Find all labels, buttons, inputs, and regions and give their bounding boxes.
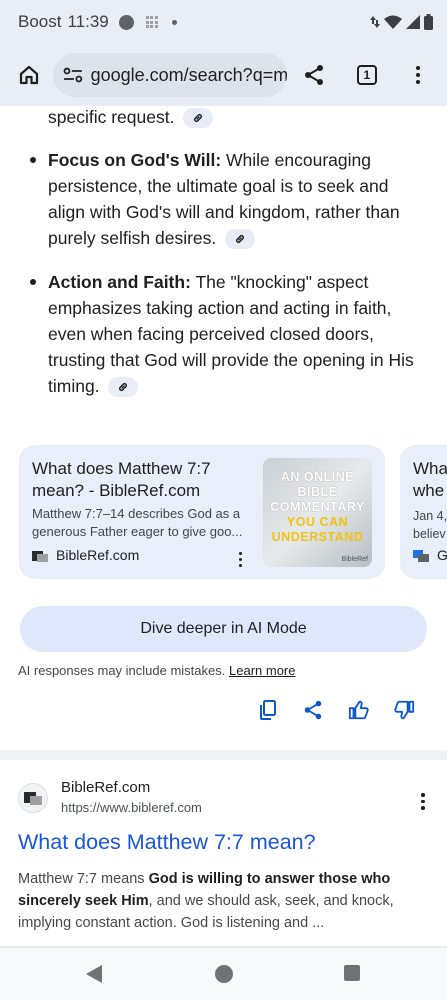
result-snippet: Matthew 7:7 means God is willing to answ… <box>18 868 428 934</box>
copy-button[interactable] <box>254 696 282 724</box>
bibleref-favicon-icon <box>32 549 48 562</box>
signal-icon <box>406 15 420 29</box>
bibleref-favicon-icon[interactable] <box>18 783 48 813</box>
share-button[interactable] <box>295 55 334 95</box>
bullet-dot <box>30 279 36 285</box>
site-settings-icon[interactable] <box>63 67 83 83</box>
bullet-item-action: Action and Faith: The "knocking" aspect … <box>48 269 428 399</box>
tabs-icon: 1 <box>356 65 377 85</box>
back-button[interactable] <box>85 964 103 989</box>
source-card-thumbnail: AN ONLINE BIBLE COMMENTARY YOU CAN UNDER… <box>263 458 372 567</box>
link-icon <box>194 114 203 123</box>
page-content[interactable]: specific request. Focus on God's Will: W… <box>0 106 447 946</box>
clock: 11:39 <box>67 12 109 31</box>
bullet-heading: Focus on God's Will: <box>48 150 222 170</box>
source-card-snippet: Jan 4, believ <box>413 509 447 541</box>
lead-text: specific request. <box>48 107 175 127</box>
citation-chip[interactable] <box>225 229 256 250</box>
card-more-icon[interactable] <box>239 552 242 567</box>
home-circle-icon <box>215 965 233 983</box>
url-text[interactable]: google.com/search?q=m <box>91 65 287 86</box>
thumbs-up-icon <box>348 700 369 720</box>
result-more-icon[interactable] <box>421 793 425 810</box>
back-icon <box>86 965 102 983</box>
bullet-item-focus: Focus on God's Will: While encouraging p… <box>48 147 428 251</box>
thumbnail-brand: BibleRef <box>341 556 368 563</box>
battery-icon <box>424 14 433 30</box>
source-card-partial[interactable]: Wha whe Jan 4, believ G <box>400 445 447 579</box>
link-icon <box>236 235 245 244</box>
status-bar: Boost 11:39 <box>0 0 447 44</box>
recents-button[interactable] <box>343 964 361 987</box>
disclaimer-text: AI responses may include mistakes. <box>18 663 226 678</box>
bullet-dot <box>30 157 36 163</box>
thumbs-down-icon <box>394 700 415 720</box>
grid-notification-icon <box>145 16 158 28</box>
address-bar[interactable]: google.com/search?q=m <box>52 53 287 97</box>
ai-overview-lead: specific request. <box>48 106 428 130</box>
more-vert-icon <box>415 66 420 84</box>
source-favicon-icon <box>413 549 429 562</box>
section-divider <box>0 750 447 760</box>
source-card-site-name: BibleRef.com <box>56 547 140 563</box>
thumbs-down-button[interactable] <box>390 696 418 724</box>
more-menu-button[interactable] <box>398 55 437 95</box>
browser-toolbar: google.com/search?q=m 1 <box>0 44 447 106</box>
result-site-url[interactable]: https://www.bibleref.com <box>61 800 202 815</box>
carrier-label: Boost <box>18 12 62 31</box>
copy-icon <box>260 700 276 720</box>
home-nav-button[interactable] <box>214 964 234 989</box>
source-card-title[interactable]: Wha whe <box>413 458 447 502</box>
share-icon <box>304 700 322 720</box>
home-button[interactable] <box>10 55 49 95</box>
citation-chip[interactable] <box>183 108 214 129</box>
learn-more-link[interactable]: Learn more <box>229 663 295 678</box>
share-icon <box>305 65 324 85</box>
citation-chip[interactable] <box>108 377 139 398</box>
recents-icon <box>344 965 360 981</box>
result-site-name[interactable]: BibleRef.com <box>61 779 150 796</box>
source-card-title[interactable]: What does Matthew 7:7 mean? - BibleRef.c… <box>32 458 252 502</box>
status-icons <box>370 14 433 30</box>
thumbs-up-button[interactable] <box>345 696 373 724</box>
dot-icon <box>171 19 177 25</box>
data-arrows-icon <box>370 16 380 28</box>
thumbnail-caption-line2: YOU CAN UNDERSTAND <box>271 515 364 544</box>
source-card[interactable]: What does Matthew 7:7 mean? - BibleRef.c… <box>19 445 385 579</box>
source-card-snippet: Matthew 7:7–14 describes God as a genero… <box>32 506 243 539</box>
system-nav-bar <box>0 948 447 1000</box>
tabs-button[interactable]: 1 <box>348 55 387 95</box>
snippet-pre: Matthew 7:7 means <box>18 871 149 887</box>
record-dot-icon <box>118 14 134 30</box>
home-icon <box>20 65 39 85</box>
thumbnail-caption-line1: AN ONLINE BIBLE COMMENTARY <box>270 470 365 514</box>
ai-feedback-actions <box>0 696 447 726</box>
bullet-heading: Action and Faith: <box>48 272 191 292</box>
source-card-site: BibleRef.com <box>32 547 139 563</box>
source-card-site: G <box>413 547 447 563</box>
dive-deeper-ai-mode-button[interactable]: Dive deeper in AI Mode <box>20 606 427 652</box>
share-answer-button[interactable] <box>299 696 327 724</box>
wifi-icon <box>384 15 402 29</box>
result-title-link[interactable]: What does Matthew 7:7 mean? <box>18 830 316 855</box>
ai-disclaimer: AI responses may include mistakes. Learn… <box>18 663 295 678</box>
source-card-site-name: G <box>437 547 447 563</box>
link-icon <box>119 383 128 392</box>
